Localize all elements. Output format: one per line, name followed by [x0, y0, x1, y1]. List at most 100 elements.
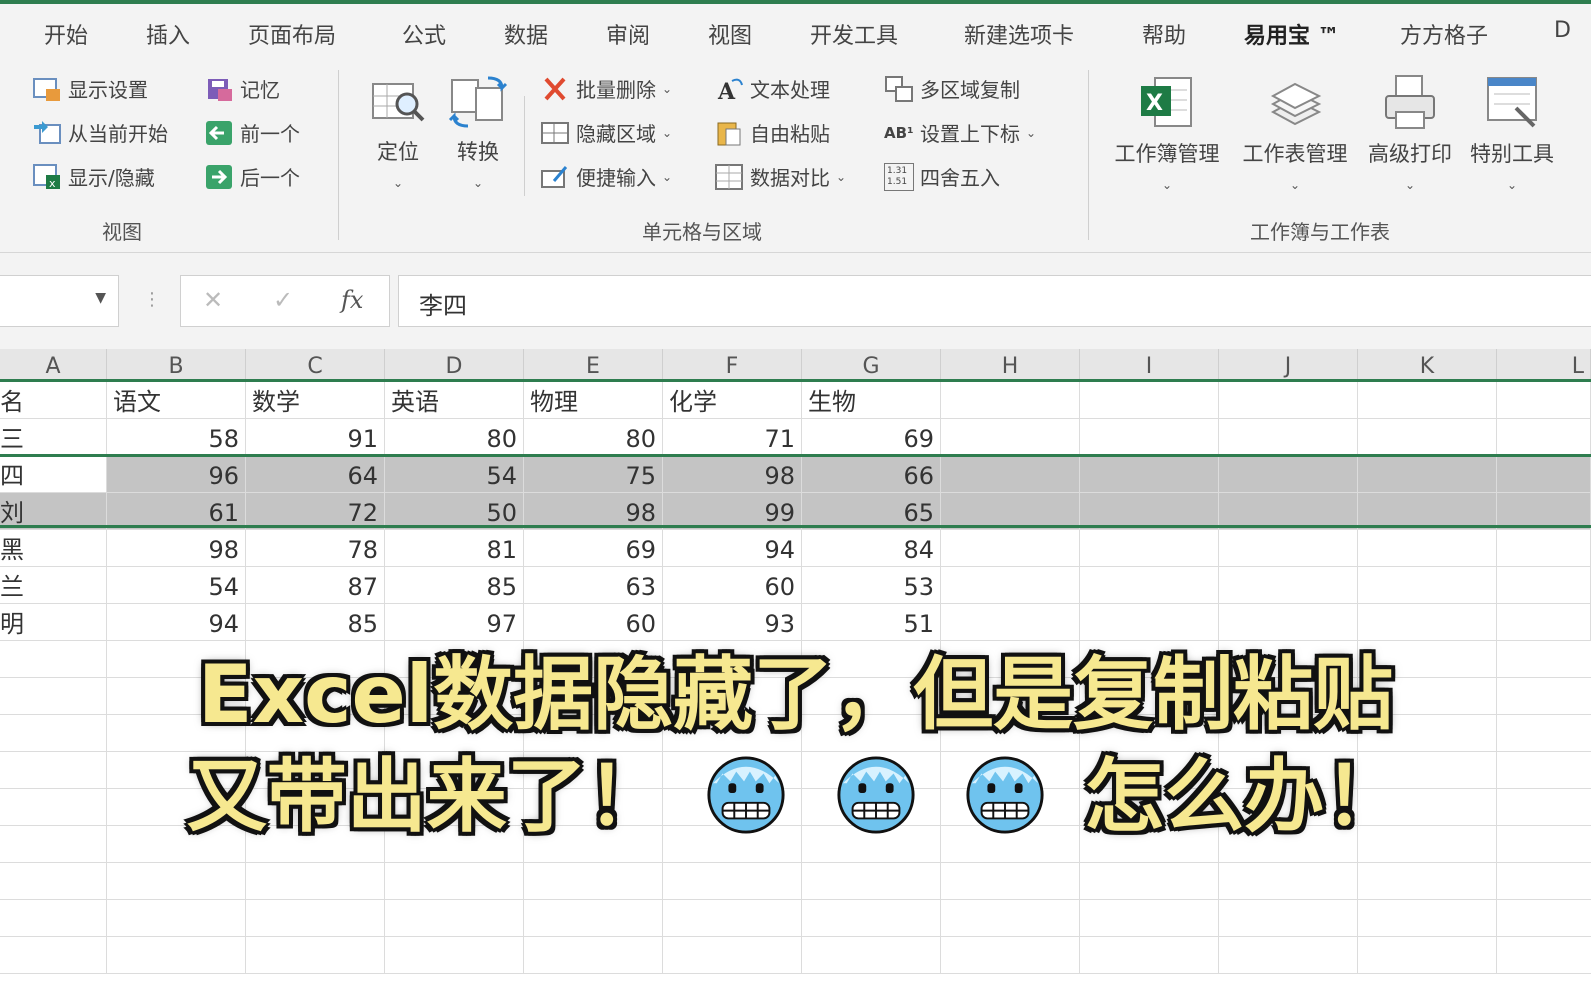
cell[interactable] [1497, 382, 1591, 418]
cell[interactable]: 物理 [524, 382, 663, 418]
convert-button[interactable]: 转换 ⌄ [446, 74, 510, 190]
empty-row[interactable] [0, 863, 1591, 900]
cell[interactable]: 71 [663, 419, 802, 455]
cell[interactable] [385, 863, 524, 899]
cell[interactable] [941, 900, 1080, 936]
cell[interactable]: 98 [663, 456, 802, 492]
cell[interactable]: 69 [524, 530, 663, 566]
tab-view[interactable]: 视图 [708, 18, 752, 50]
tab-more[interactable]: D [1554, 18, 1571, 43]
cell[interactable] [663, 937, 802, 973]
workbook-manage-button[interactable]: X 工作簿管理 ⌄ [1108, 72, 1226, 192]
cell[interactable] [1497, 567, 1591, 603]
cell[interactable] [1080, 493, 1219, 529]
column-header-e[interactable]: E [524, 349, 663, 381]
column-header-g[interactable]: G [802, 349, 941, 381]
cell[interactable] [385, 937, 524, 973]
cell[interactable]: 生物 [802, 382, 941, 418]
tab-easy-use[interactable]: 易用宝 ™ [1244, 18, 1340, 50]
cell[interactable]: 98 [524, 493, 663, 529]
cell[interactable]: 72 [246, 493, 385, 529]
cell[interactable]: 65 [802, 493, 941, 529]
column-header-b[interactable]: B [107, 349, 246, 381]
data-compare-button[interactable]: 数据对比 ⌄ [714, 162, 846, 191]
cell[interactable] [0, 900, 107, 936]
cell[interactable] [663, 863, 802, 899]
cell[interactable] [1219, 863, 1358, 899]
cell[interactable]: 87 [246, 567, 385, 603]
tab-formulas[interactable]: 公式 [402, 18, 446, 50]
column-header-k[interactable]: K [1358, 349, 1497, 381]
hide-range-button[interactable]: 隐藏区域 ⌄ [540, 118, 672, 147]
cell[interactable] [107, 937, 246, 973]
active-cell[interactable]: 四 [0, 456, 107, 492]
cell[interactable]: 80 [385, 419, 524, 455]
cell[interactable] [1080, 937, 1219, 973]
cell[interactable]: 66 [802, 456, 941, 492]
cell[interactable] [1358, 456, 1497, 492]
tab-data[interactable]: 数据 [504, 18, 548, 50]
cell[interactable] [1080, 567, 1219, 603]
show-hide-button[interactable]: x 显示/隐藏 [32, 162, 155, 191]
cell[interactable] [1358, 493, 1497, 529]
formula-input[interactable]: 李四 [398, 275, 1591, 327]
cell[interactable]: 91 [246, 419, 385, 455]
cell[interactable] [246, 937, 385, 973]
cell[interactable] [1497, 419, 1591, 455]
cell[interactable] [941, 937, 1080, 973]
column-header-a[interactable]: A [0, 349, 107, 381]
tab-home[interactable]: 开始 [44, 18, 88, 50]
cell[interactable] [1080, 900, 1219, 936]
cell[interactable] [941, 530, 1080, 566]
cell[interactable]: 数学 [246, 382, 385, 418]
cell[interactable]: 54 [107, 567, 246, 603]
cell[interactable] [0, 863, 107, 899]
cell[interactable] [663, 900, 802, 936]
cell[interactable] [1219, 382, 1358, 418]
tab-help[interactable]: 帮助 [1142, 18, 1186, 50]
cell[interactable]: 三 [0, 419, 107, 455]
cell[interactable]: 50 [385, 493, 524, 529]
batch-delete-button[interactable]: 批量删除 ⌄ [540, 74, 672, 103]
cell[interactable] [802, 863, 941, 899]
empty-row[interactable] [0, 900, 1591, 937]
cell[interactable] [1219, 937, 1358, 973]
column-header-i[interactable]: I [1080, 349, 1219, 381]
worksheet-manage-button[interactable]: 工作表管理 ⌄ [1236, 72, 1354, 192]
cell[interactable] [1080, 382, 1219, 418]
multi-range-copy-button[interactable]: 多区域复制 [884, 74, 1020, 103]
cell[interactable] [1497, 493, 1591, 529]
cell[interactable] [524, 937, 663, 973]
cell[interactable] [1080, 530, 1219, 566]
cell[interactable]: 58 [107, 419, 246, 455]
column-header-d[interactable]: D [385, 349, 524, 381]
column-header-j[interactable]: J [1219, 349, 1358, 381]
cell[interactable]: 兰 [0, 567, 107, 603]
cell[interactable]: 53 [802, 567, 941, 603]
quick-input-button[interactable]: 便捷输入 ⌄ [540, 162, 672, 191]
column-header-f[interactable]: F [663, 349, 802, 381]
cell[interactable] [1358, 567, 1497, 603]
cell[interactable] [107, 863, 246, 899]
cell[interactable]: 85 [385, 567, 524, 603]
name-box[interactable]: ▼ [0, 275, 119, 327]
locate-button[interactable]: 定位 ⌄ [366, 74, 430, 190]
cell[interactable] [802, 937, 941, 973]
column-header-c[interactable]: C [246, 349, 385, 381]
cell[interactable] [246, 900, 385, 936]
cell[interactable] [941, 419, 1080, 455]
tab-developer[interactable]: 开发工具 [810, 18, 898, 50]
cell[interactable]: 名 [0, 382, 107, 418]
cell[interactable]: 94 [663, 530, 802, 566]
cell[interactable] [1219, 419, 1358, 455]
empty-row[interactable] [0, 937, 1591, 974]
cell[interactable] [1497, 530, 1591, 566]
cell[interactable]: 黑 [0, 530, 107, 566]
cell[interactable]: 75 [524, 456, 663, 492]
special-tools-button[interactable]: 特别工具 ⌄ [1464, 72, 1560, 192]
cell[interactable] [1358, 419, 1497, 455]
cell[interactable] [1080, 419, 1219, 455]
cell[interactable] [1219, 530, 1358, 566]
cell[interactable]: 60 [663, 567, 802, 603]
cell[interactable] [1358, 530, 1497, 566]
